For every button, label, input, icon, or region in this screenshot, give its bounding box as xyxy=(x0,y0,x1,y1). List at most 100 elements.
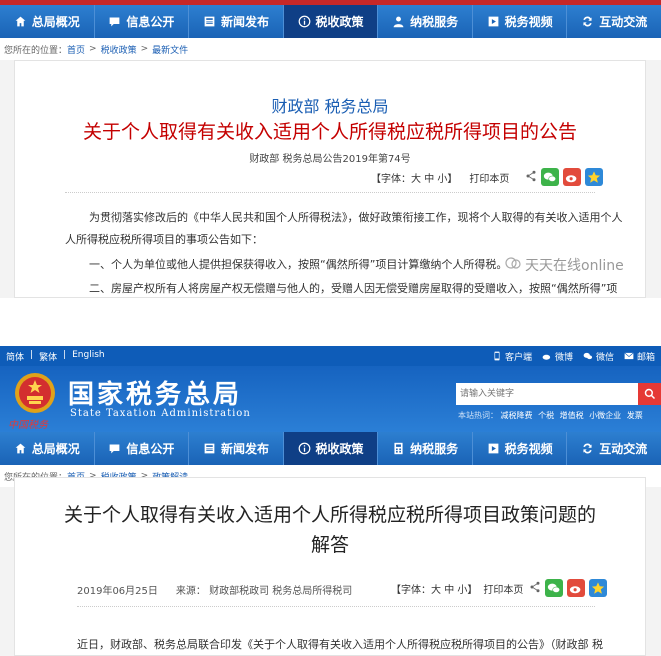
nav-label: 互动交流 xyxy=(599,442,648,456)
font-size-controls: 【字体：大 中 小】 打印本页 xyxy=(391,579,608,597)
share-icon[interactable] xyxy=(525,170,537,185)
article-title-line: 关于个人取得有关收入适用个人所得税应税所得项目政策问题的 xyxy=(63,504,596,526)
search-button[interactable] xyxy=(638,383,661,405)
breadcrumb-prefix: 您所在的位置： xyxy=(4,45,68,56)
lang-separator: | xyxy=(30,349,34,360)
print-button[interactable]: 打印本页 xyxy=(483,581,523,596)
weibo-share-icon[interactable] xyxy=(567,579,586,597)
font-medium-button[interactable]: 中 xyxy=(444,585,454,596)
weibo-share-icon[interactable] xyxy=(563,168,582,186)
favorite-star-icon[interactable] xyxy=(585,168,604,186)
nav-item-info-public[interactable]: 信息公开 xyxy=(95,432,190,465)
watermark-logo-icon xyxy=(505,255,521,275)
nav-label: 新闻发布 xyxy=(220,442,269,456)
wechat-share-icon[interactable] xyxy=(541,168,560,186)
nav-label: 税收政策 xyxy=(315,15,364,29)
source-value: 财政部税政司 税务总局所得税司 xyxy=(209,586,353,597)
font-label-end: 】 xyxy=(467,584,478,596)
watermark: 天天在线online xyxy=(505,255,624,275)
lang-traditional[interactable]: 繁体 xyxy=(39,350,57,363)
nav-item-overview[interactable]: 总局概况 xyxy=(0,432,95,465)
paragraph: 为贯彻落实修改后的《中华人民共和国个人所得税法》，做好政策衔接工作，现将个人取得… xyxy=(89,211,623,224)
nav-item-news[interactable]: 新闻发布 xyxy=(189,432,284,465)
article-meta: 2019年06月25日 来源： 财政部税政司 税务总局所得税司 xyxy=(77,582,352,597)
top-banner-strip xyxy=(0,0,661,5)
mobile-icon xyxy=(494,351,500,361)
article-screenshot-2: 简体 | 繁体 | English 客户端 微博 微信 邮箱 中国税务 国家税务… xyxy=(0,346,661,656)
breadcrumb-tax-policy[interactable]: 税收政策 xyxy=(101,43,137,56)
main-nav: 总局概况 信息公开 新闻发布 税收政策 纳税服务 税务视频 互动交流 xyxy=(0,432,661,465)
nav-item-news[interactable]: 新闻发布 xyxy=(189,5,284,38)
font-label-end: 】 xyxy=(447,173,458,185)
watermark-text: 天天在线online xyxy=(525,258,624,274)
font-small-button[interactable]: 小 xyxy=(457,585,467,596)
video-icon xyxy=(487,15,500,28)
lang-simplified[interactable]: 简体 xyxy=(6,350,24,363)
nav-label: 税收政策 xyxy=(315,442,364,456)
nav-item-tax-service[interactable]: 纳税服务 xyxy=(378,5,473,38)
font-small-button[interactable]: 小 xyxy=(437,174,447,185)
breadcrumb-home[interactable]: 首页 xyxy=(67,43,85,56)
font-size-controls: 【字体：大 中 小】 打印本页 xyxy=(371,168,604,186)
site-header: 中国税务 国家税务总局 State Taxation Administratio… xyxy=(0,366,661,432)
site-subtitle: State Taxation Administration xyxy=(70,408,251,419)
article-title-line: 解答 xyxy=(310,534,349,556)
wechat-link[interactable]: 微信 xyxy=(583,350,614,363)
nav-label: 互动交流 xyxy=(599,15,648,29)
hot-word[interactable]: 增值税 xyxy=(560,411,584,420)
hot-word[interactable]: 发票 xyxy=(627,411,643,420)
hot-word[interactable]: 小微企业 xyxy=(589,411,621,420)
share-bar xyxy=(525,168,604,186)
breadcrumb-separator: > xyxy=(140,44,149,54)
font-large-button[interactable]: 大 xyxy=(411,174,421,185)
nav-label: 总局概况 xyxy=(31,442,80,456)
utility-links: 客户端 微博 微信 邮箱 xyxy=(492,350,655,363)
calculator-icon xyxy=(392,442,405,455)
lang-separator: | xyxy=(63,349,67,360)
hot-word[interactable]: 减税降费 xyxy=(501,411,533,420)
mail-link[interactable]: 邮箱 xyxy=(624,350,655,363)
nav-label: 纳税服务 xyxy=(410,15,459,29)
utility-bar: 简体 | 繁体 | English 客户端 微博 微信 邮箱 xyxy=(0,346,661,366)
nav-item-video[interactable]: 税务视频 xyxy=(473,432,568,465)
hot-words: 本站热词： 减税降费 个税 增值税 小微企业 发票 xyxy=(458,410,646,421)
chat-icon xyxy=(108,15,121,28)
print-button[interactable]: 打印本页 xyxy=(469,170,509,185)
weibo-link[interactable]: 微博 xyxy=(542,350,573,363)
search-box xyxy=(456,383,661,405)
nav-item-video[interactable]: 税务视频 xyxy=(473,5,568,38)
breadcrumb-latest-docs[interactable]: 最新文件 xyxy=(152,43,188,56)
chat-icon xyxy=(108,442,121,455)
nav-item-tax-service[interactable]: 纳税服务 xyxy=(378,432,473,465)
publish-date: 2019年06月25日 xyxy=(77,586,158,597)
home-icon xyxy=(14,15,27,28)
wechat-share-icon[interactable] xyxy=(545,579,564,597)
search-input[interactable] xyxy=(456,383,638,405)
nav-item-tax-policy[interactable]: 税收政策 xyxy=(283,5,379,38)
font-large-button[interactable]: 大 xyxy=(431,585,441,596)
nav-item-overview[interactable]: 总局概况 xyxy=(0,5,95,38)
font-medium-button[interactable]: 中 xyxy=(424,174,434,185)
share-icon[interactable] xyxy=(529,581,541,596)
nav-label: 总局概况 xyxy=(31,15,80,29)
source-label: 来源： xyxy=(175,586,206,597)
nav-item-interaction[interactable]: 互动交流 xyxy=(567,5,661,38)
nav-item-interaction[interactable]: 互动交流 xyxy=(567,432,661,465)
favorite-star-icon[interactable] xyxy=(589,579,608,597)
video-icon xyxy=(487,442,500,455)
lang-english[interactable]: English xyxy=(72,350,105,363)
article-issuer: 财政部 税务总局 xyxy=(271,97,389,116)
national-emblem-icon xyxy=(15,373,55,413)
nav-item-info-public[interactable]: 信息公开 xyxy=(95,5,190,38)
client-link[interactable]: 客户端 xyxy=(492,350,532,363)
client-label: 客户端 xyxy=(504,352,532,363)
site-title: 国家税务总局 xyxy=(68,380,243,410)
article-content: 关于个人取得有关收入适用个人所得税应税所得项目政策问题的 解答 2019年06月… xyxy=(14,477,646,656)
breadcrumb: 您所在的位置： 首页 > 税收政策 > 最新文件 xyxy=(0,38,661,60)
news-icon xyxy=(203,15,216,28)
font-label: 【字体： xyxy=(371,173,411,185)
share-bar xyxy=(529,579,608,597)
nav-item-tax-policy[interactable]: 税收政策 xyxy=(283,432,379,465)
hot-word[interactable]: 个税 xyxy=(538,411,554,420)
home-icon xyxy=(14,442,27,455)
